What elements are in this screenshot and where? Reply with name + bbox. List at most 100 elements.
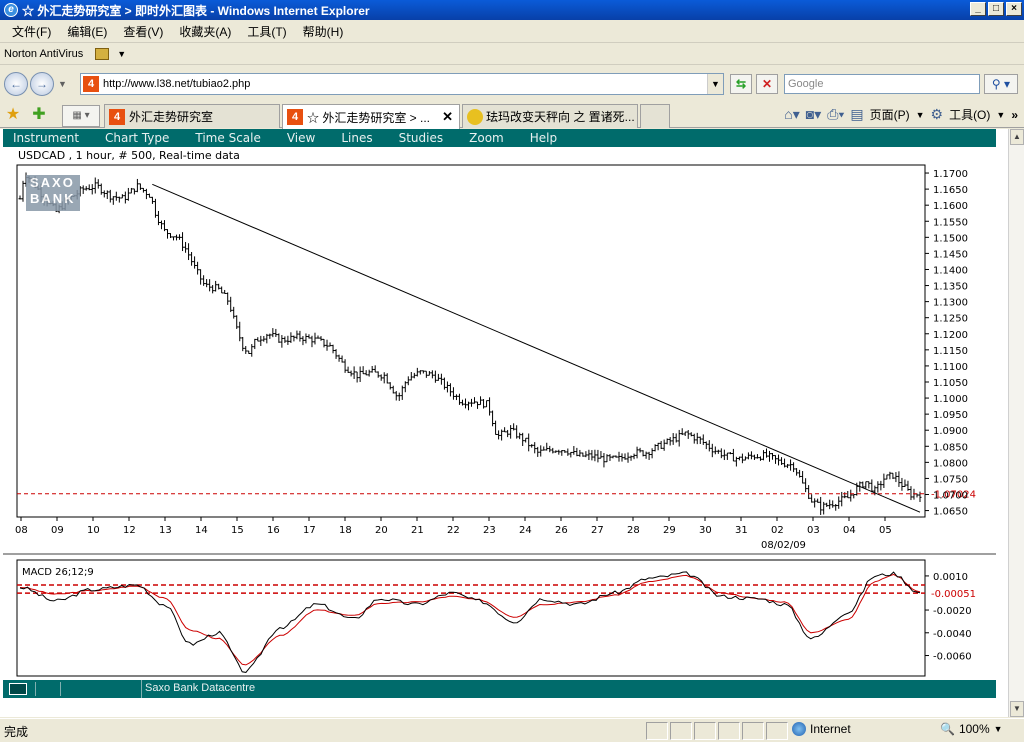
applet-menu-time-scale[interactable]: Time Scale <box>195 131 260 145</box>
x-tick-label: 18 <box>339 525 352 536</box>
applet-menu-chart-type[interactable]: Chart Type <box>105 131 169 145</box>
scroll-up-icon[interactable]: ▲ <box>1010 129 1024 145</box>
minimize-button[interactable]: _ <box>970 2 986 16</box>
forward-button[interactable]: → <box>30 72 54 96</box>
history-dropdown-icon[interactable]: ▼ <box>58 79 67 89</box>
applet-separator <box>141 680 142 698</box>
menu-file[interactable]: 文件(F) <box>4 23 59 40</box>
security-zone[interactable]: Internet <box>792 722 851 736</box>
macd-chart[interactable]: MACD 26;12;9 0.0010 -0.0020 -0.0040 -0.0060… <box>0 558 1000 680</box>
address-field[interactable]: 4 http://www.l38.net/tubiao2.php ▼ <box>80 73 724 95</box>
x-tick-label: 09 <box>51 525 64 536</box>
x-tick-label: 20 <box>375 525 388 536</box>
y-tick-label: 1.0850 <box>933 442 968 453</box>
vertical-scrollbar[interactable]: ▲ ▼ <box>1008 129 1024 717</box>
quick-tabs-button[interactable]: ▦ ▾ <box>62 105 100 127</box>
macd-current-label: -0.00051 <box>931 589 976 600</box>
applet-button-2[interactable] <box>35 682 61 696</box>
y-tick-label: 1.0800 <box>933 458 968 469</box>
y-tick-label: 1.1050 <box>933 378 968 389</box>
page-dropdown-icon[interactable]: ▼ <box>916 110 925 120</box>
applet-menu-instrument[interactable]: Instrument <box>13 131 79 145</box>
norton-shield-icon[interactable] <box>95 47 110 60</box>
tools-gear-icon[interactable]: ⚙ <box>931 106 944 123</box>
tab-favicon-icon <box>467 108 483 125</box>
search-input[interactable]: Google <box>784 74 980 94</box>
datacentre-label: Saxo Bank Datacentre <box>145 682 256 694</box>
tab-1-label: 外汇走势研究室 <box>129 110 214 124</box>
zone-label: Internet <box>810 722 851 736</box>
page-menu[interactable]: 页面(P) <box>870 106 910 123</box>
menu-tools[interactable]: 工具(T) <box>239 23 294 40</box>
add-favorite-icon[interactable]: ✚ <box>30 106 48 124</box>
menu-favorites[interactable]: 收藏夹(A) <box>171 23 239 40</box>
y-tick-label: 1.1000 <box>933 394 968 405</box>
chart-divider[interactable] <box>0 553 1000 557</box>
home-icon[interactable]: ⌂▾ <box>784 106 799 123</box>
x-tick-label: 21 <box>411 525 424 536</box>
x-tick-label: 04 <box>843 525 856 536</box>
y-tick-label: 1.0750 <box>933 474 968 485</box>
tools-dropdown-icon[interactable]: ▼ <box>996 110 1005 120</box>
price-chart[interactable]: -1.07024 1.17001.16501.16001.15501.15001… <box>0 159 1000 579</box>
applet-menu-zoom[interactable]: Zoom <box>469 131 504 145</box>
window-title: ☆ 外汇走势研究室 > 即时外汇图表 - Windows Internet Ex… <box>22 3 370 18</box>
page-content: Instrument Chart Type Time Scale View Li… <box>0 129 1008 717</box>
applet-button-1[interactable] <box>9 683 27 695</box>
x-tick-label: 08 <box>15 525 28 536</box>
favorites-star-icon[interactable]: ★ <box>4 106 22 124</box>
status-bar: 完成 Internet 🔍 100% ▼ <box>0 718 1024 742</box>
address-dropdown-icon[interactable]: ▼ <box>707 74 723 94</box>
refresh-button[interactable]: ⇆ <box>730 74 752 94</box>
applet-menu-view[interactable]: View <box>287 131 315 145</box>
menu-help[interactable]: 帮助(H) <box>295 23 352 40</box>
applet-menu-help[interactable]: Help <box>530 131 557 145</box>
macd-title: MACD 26;12;9 <box>22 567 94 578</box>
x-date-label: 08/02/09 <box>761 540 806 551</box>
x-tick-label: 23 <box>483 525 496 536</box>
x-tick-label: 10 <box>87 525 100 536</box>
tab-3[interactable]: 珐玛改变天秤向 之 置诸死... <box>462 104 638 128</box>
norton-label[interactable]: Norton AntiVirus <box>4 48 83 60</box>
menu-view[interactable]: 查看(V) <box>115 23 171 40</box>
y-tick-label: 1.1200 <box>933 330 968 341</box>
applet-menu-lines[interactable]: Lines <box>341 131 372 145</box>
macd-y-tick-label: -0.0020 <box>933 606 972 617</box>
back-button[interactable]: ← <box>4 72 28 96</box>
stop-button[interactable]: ✕ <box>756 74 778 94</box>
tab-close-icon[interactable]: ✕ <box>442 109 453 125</box>
close-button[interactable]: × <box>1006 2 1022 16</box>
ie-logo-icon: e <box>4 3 18 17</box>
y-tick-label: 1.1150 <box>933 346 968 357</box>
search-button[interactable]: ⚲ ▾ <box>984 74 1018 94</box>
site-favicon-icon: 4 <box>83 76 99 92</box>
tab-2-label: ☆ 外汇走势研究室 > ... <box>307 110 431 125</box>
zoom-control[interactable]: 🔍 100% ▼ <box>940 722 1003 736</box>
maximize-button[interactable]: □ <box>988 2 1004 16</box>
norton-dropdown-icon[interactable]: ▼ <box>117 49 126 59</box>
tools-menu[interactable]: 工具(O) <box>949 106 990 123</box>
applet-menu-studies[interactable]: Studies <box>399 131 444 145</box>
chevron-more-icon[interactable]: » <box>1011 108 1018 122</box>
menu-edit[interactable]: 编辑(E) <box>59 23 115 40</box>
scroll-down-icon[interactable]: ▼ <box>1010 701 1024 717</box>
new-tab-button[interactable] <box>640 104 670 128</box>
status-cell <box>670 722 692 740</box>
applet-menu-bar: Instrument Chart Type Time Scale View Li… <box>3 129 996 147</box>
zoom-icon: 🔍 <box>940 722 955 736</box>
menu-bar: 文件(F) 编辑(E) 查看(V) 收藏夹(A) 工具(T) 帮助(H) <box>0 21 1024 43</box>
page-icon[interactable]: ▤ <box>850 106 863 123</box>
address-url[interactable]: http://www.l38.net/tubiao2.php <box>103 78 250 90</box>
feeds-icon[interactable]: ◙▾ <box>806 106 821 123</box>
applet-status-bar: Saxo Bank Datacentre <box>3 680 996 698</box>
tab-1[interactable]: 4 外汇走势研究室 <box>104 104 280 128</box>
zoom-dropdown-icon: ▼ <box>993 724 1003 734</box>
x-tick-label: 14 <box>195 525 208 536</box>
tab-2-active[interactable]: 4 ☆ 外汇走势研究室 > ... ✕ <box>282 104 460 129</box>
status-cell <box>742 722 764 740</box>
y-tick-label: 1.0650 <box>933 507 968 518</box>
y-tick-label: 1.0700 <box>933 490 968 501</box>
norton-toolbar: Norton AntiVirus ▼ <box>0 43 1024 65</box>
print-icon[interactable]: ⎙▾ <box>827 106 844 123</box>
tab-bar: ★ ✚ ▦ ▾ 4 外汇走势研究室 4 ☆ 外汇走势研究室 > ... ✕ 珐玛… <box>0 102 1024 129</box>
